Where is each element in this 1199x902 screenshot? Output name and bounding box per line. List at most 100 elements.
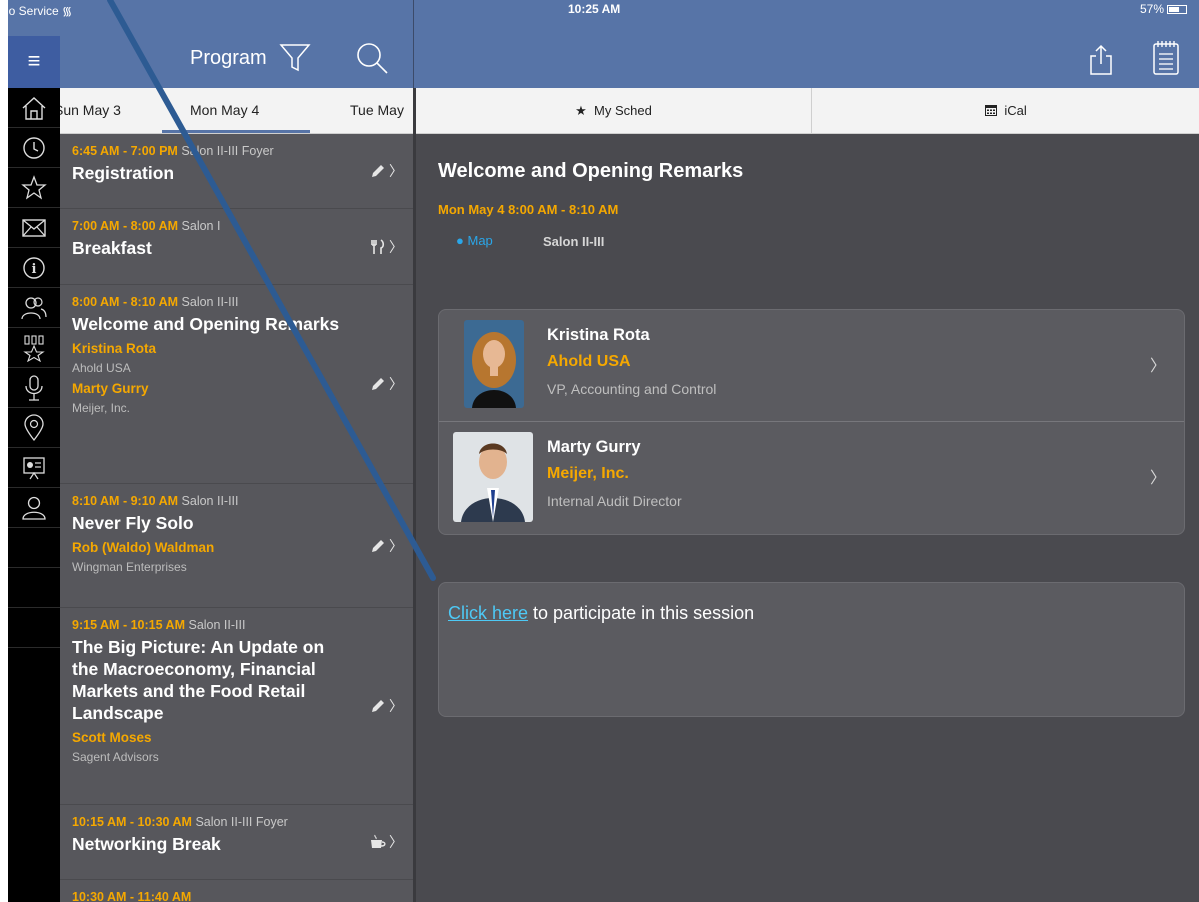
chevron-right-icon: 〉 (389, 376, 403, 392)
search-icon[interactable] (354, 40, 390, 81)
home-icon[interactable] (8, 88, 60, 128)
speaker-name: Kristina Rota (547, 326, 650, 344)
session-title: Welcome and Opening Remarks (72, 314, 340, 334)
presentation-icon[interactable] (8, 448, 60, 488)
fork-knife-icon[interactable]: 〉 (369, 237, 403, 257)
ical-label: iCal (1004, 103, 1027, 118)
speaker-name: Marty Gurry (547, 438, 641, 456)
session-detail-title: Welcome and Opening Remarks (438, 160, 744, 182)
session-item-next[interactable]: 10:30 AM - 11:40 AM (60, 880, 413, 902)
session-room: Salon II-III Foyer (181, 144, 274, 158)
active-tab-indicator (162, 130, 310, 133)
session-room: Salon II-III (181, 295, 239, 309)
star-icon[interactable] (8, 168, 60, 208)
battery-icon (1167, 5, 1187, 15)
speaker-row-marty-gurry[interactable]: Marty Gurry Meijer, Inc. Internal Audit … (439, 422, 1184, 534)
participate-link[interactable]: Click here (448, 603, 528, 623)
session-detail-panel: ★ My Sched iCal Welcome and Opening Rema… (416, 88, 1199, 902)
session-time: 6:45 AM - 7:00 PM Salon II-III Foyer (72, 144, 274, 158)
session-room: Salon II-III (181, 494, 239, 508)
session-time: 10:30 AM - 11:40 AM (72, 890, 192, 902)
rail-empty-slot (8, 568, 60, 608)
session-item-networking-break[interactable]: 10:15 AM - 10:30 AM Salon II-III Foyer N… (60, 805, 413, 880)
session-time: 8:10 AM - 9:10 AM Salon II-III (72, 494, 239, 508)
chevron-right-icon: 〉 (389, 834, 403, 850)
rail-empty-slot (8, 528, 60, 568)
microphone-icon[interactable] (8, 368, 60, 408)
speaker-row-kristina-rota[interactable]: Kristina Rota Ahold USA VP, Accounting a… (439, 310, 1184, 422)
speakers-card: Kristina Rota Ahold USA VP, Accounting a… (438, 309, 1185, 535)
person-icon[interactable] (8, 488, 60, 528)
speaker-org: Ahold USA (547, 353, 631, 370)
badges-icon[interactable] (8, 328, 60, 368)
pencil-icon[interactable]: 〉 (369, 696, 403, 716)
session-item-registration[interactable]: 6:45 AM - 7:00 PM Salon II-III Foyer Reg… (60, 134, 413, 209)
wifi-icon: ᯾ (62, 4, 73, 18)
share-icon[interactable] (1088, 44, 1114, 81)
battery-indicator: 57% (1140, 2, 1187, 16)
session-speaker: Scott Moses (72, 730, 152, 745)
session-time: 7:00 AM - 8:00 AM Salon I (72, 219, 221, 233)
session-list-panel: Sun May 3 Mon May 4 Tue May 6:45 AM - 7:… (60, 88, 413, 902)
map-label: Map (467, 233, 493, 248)
page-title: Program (190, 47, 267, 69)
svg-text:i: i (32, 262, 37, 277)
session-title: Never Fly Solo (72, 513, 194, 533)
clock-label: 10:25 AM (568, 2, 621, 16)
session-org: Ahold USA (72, 361, 131, 375)
info-icon[interactable]: i (8, 248, 60, 288)
speaker-photo (464, 320, 524, 408)
clock-icon[interactable] (8, 128, 60, 168)
speaker-org: Meijer, Inc. (547, 465, 629, 482)
pencil-icon[interactable]: 〉 (369, 161, 403, 181)
tab-sun-may-3[interactable]: Sun May 3 (60, 102, 121, 118)
session-room: Salon I (181, 219, 221, 233)
session-room: Salon II-III (188, 618, 246, 632)
session-item-never-fly-solo[interactable]: 8:10 AM - 9:10 AM Salon II-III Never Fly… (60, 484, 413, 608)
funnel-icon[interactable] (278, 40, 312, 79)
session-speaker: Rob (Waldo) Waldman (72, 540, 215, 555)
tab-mon-may-4[interactable]: Mon May 4 (190, 102, 259, 118)
location-pin-icon: ● (456, 233, 464, 248)
my-sched-button[interactable]: ★ My Sched (416, 88, 812, 134)
calendar-icon (985, 105, 998, 116)
pencil-icon[interactable]: 〉 (369, 374, 403, 394)
rail-empty-slot (8, 608, 60, 648)
session-org: Wingman Enterprises (72, 560, 187, 574)
session-list: 6:45 AM - 7:00 PM Salon II-III Foyer Reg… (60, 134, 413, 902)
icon-rail: i (8, 88, 60, 902)
chevron-right-icon: 〉 (389, 238, 403, 255)
session-time: 9:15 AM - 10:15 AM Salon II-III (72, 618, 246, 632)
people-icon[interactable] (8, 288, 60, 328)
participate-text: to participate in this session (528, 603, 755, 623)
chevron-right-icon: 〉 (389, 163, 403, 179)
star-filled-icon: ★ (575, 103, 587, 118)
carrier-label: No Service ᯾ (8, 4, 73, 18)
session-title: The Big Picture: An Update on the Macroe… (72, 637, 325, 723)
map-link[interactable]: ● Map (456, 233, 493, 248)
session-org: Sagent Advisors (72, 750, 159, 764)
session-item-big-picture[interactable]: 9:15 AM - 10:15 AM Salon II-III The Big … (60, 608, 413, 805)
mail-icon[interactable] (8, 208, 60, 248)
chevron-right-icon: 〉 (389, 537, 403, 554)
ical-button[interactable]: iCal (813, 88, 1199, 134)
session-item-breakfast[interactable]: 7:00 AM - 8:00 AM Salon I Breakfast 〉 (60, 209, 413, 285)
chevron-right-icon: 〉 (1149, 470, 1166, 487)
coffee-icon[interactable]: 〉 (369, 832, 403, 852)
session-title: Networking Break (72, 834, 221, 854)
session-item-welcome[interactable]: 8:00 AM - 8:10 AM Salon II-III Welcome a… (60, 285, 413, 484)
session-room: Salon II-III Foyer (195, 815, 288, 829)
session-time: 10:15 AM - 10:30 AM Salon II-III Foyer (72, 815, 288, 829)
menu-button[interactable]: ≡ (8, 36, 60, 88)
chevron-right-icon: 〉 (1149, 358, 1166, 375)
participate-card: Click here to participate in this sessio… (438, 582, 1185, 717)
participate-message: Click here to participate in this sessio… (448, 603, 754, 624)
location-pin-icon[interactable] (8, 408, 60, 448)
speaker-photo (453, 432, 533, 522)
chevron-right-icon: 〉 (389, 698, 403, 714)
pencil-icon[interactable]: 〉 (369, 536, 403, 556)
tab-tue-may[interactable]: Tue May (350, 102, 404, 118)
notepad-icon[interactable] (1151, 40, 1181, 81)
session-time: 8:00 AM - 8:10 AM Salon II-III (72, 295, 239, 309)
session-org: Meijer, Inc. (72, 401, 131, 415)
